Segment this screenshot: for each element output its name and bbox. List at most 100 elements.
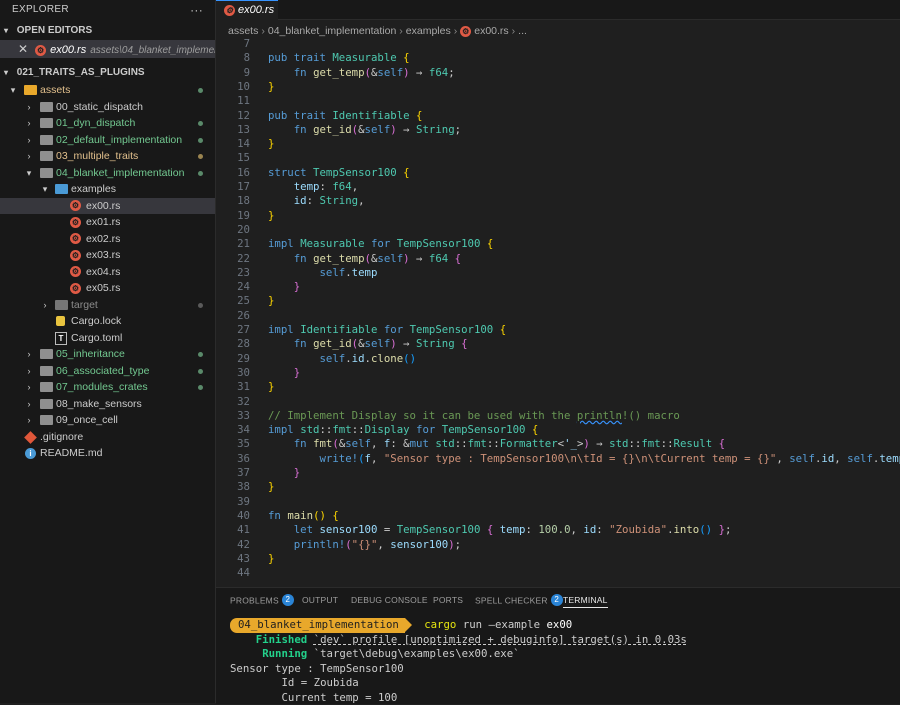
- tab-debug-console[interactable]: DEBUG CONSOLE: [351, 595, 428, 605]
- status-dot: [198, 352, 203, 357]
- terminal-command: cargo: [424, 618, 456, 631]
- tree-item-file[interactable]: Cargo.lock: [0, 313, 215, 330]
- code-area[interactable]: 7891011121314151617181920212223242526272…: [216, 37, 900, 586]
- folder-icon: [40, 382, 53, 392]
- tree-item-folder[interactable]: ▾ examples: [0, 181, 215, 198]
- folder-icon: [40, 102, 53, 112]
- rust-file-icon: ⚙: [70, 233, 81, 244]
- more-actions-icon[interactable]: ···: [190, 0, 203, 20]
- tab-problems[interactable]: PROBLEMS2: [230, 595, 294, 607]
- chevron-right-icon: ›: [24, 363, 34, 380]
- tree-item-folder[interactable]: › 02_default_implementation: [0, 132, 215, 149]
- folder-icon: [40, 366, 53, 376]
- terminal-arg-target: ex00: [546, 618, 572, 631]
- tree-item-label: 09_once_cell: [56, 412, 118, 429]
- code-editor: ⚙ ex00.rs assets › 04_blanket_implementati…: [216, 0, 900, 586]
- tree-item-file[interactable]: i README.md: [0, 445, 215, 462]
- tree-item-file[interactable]: T Cargo.toml: [0, 330, 215, 347]
- chevron-right-icon: ›: [454, 25, 458, 37]
- close-icon[interactable]: ✕: [18, 42, 28, 56]
- tree-item-label: 05_inheritance: [56, 346, 125, 363]
- tree-item-folder[interactable]: › 05_inheritance: [0, 346, 215, 363]
- chevron-down-icon: ▾: [8, 82, 18, 99]
- line-number: 8: [216, 51, 250, 65]
- chevron-right-icon: ›: [24, 379, 34, 396]
- line-number: 18: [216, 194, 250, 208]
- open-editors-header[interactable]: ▾ OPEN EDITORS: [0, 22, 215, 40]
- line-number: 21: [216, 237, 250, 251]
- breadcrumb-item[interactable]: 04_blanket_implementation: [268, 25, 396, 37]
- rust-file-icon: ⚙: [460, 26, 471, 37]
- tree-item-file[interactable]: ⚙ ex00.rs: [0, 198, 215, 215]
- tab-ex00[interactable]: ⚙ ex00.rs: [216, 0, 278, 20]
- tree-item-label: ex03.rs: [86, 247, 120, 264]
- tab-terminal[interactable]: TERMINAL: [563, 595, 608, 608]
- code-line: }: [268, 80, 274, 94]
- problems-badge: 2: [282, 594, 294, 606]
- tree-item-file[interactable]: ⚙ ex03.rs: [0, 247, 215, 264]
- tree-item-folder[interactable]: ▾ 04_blanket_implementation: [0, 165, 215, 182]
- open-editor-name: ex00.rs: [50, 44, 86, 56]
- breadcrumb-item[interactable]: ...: [518, 25, 527, 37]
- tab-label: TERMINAL: [563, 595, 608, 605]
- tree-item-label: .gitignore: [40, 429, 83, 446]
- tree-item-folder[interactable]: › 09_once_cell: [0, 412, 215, 429]
- code-line: fn get_temp(&self) → f64;: [268, 66, 455, 80]
- tree-item-file[interactable]: ⚙ ex01.rs: [0, 214, 215, 231]
- chevron-right-icon: ›: [24, 396, 34, 413]
- tree-item-folder[interactable]: › 07_modules_crates: [0, 379, 215, 396]
- code-line: struct TempSensor100 {: [268, 166, 410, 180]
- tree-item-folder[interactable]: › 00_static_dispatch: [0, 99, 215, 116]
- code-line: id: String,: [268, 194, 365, 208]
- terminal-line: Running `target\debug\examples\ex00.exe`: [230, 647, 520, 662]
- tree-item-folder[interactable]: › 01_dyn_dispatch: [0, 115, 215, 132]
- line-number: 13: [216, 123, 250, 137]
- chevron-down-icon: ▾: [24, 165, 34, 182]
- tree-item-file[interactable]: ⚙ ex04.rs: [0, 264, 215, 281]
- tab-spell-checker[interactable]: SPELL CHECKER2: [475, 595, 563, 607]
- tree-item-folder[interactable]: › 06_associated_type: [0, 363, 215, 380]
- tree-item-file[interactable]: ⚙ ex05.rs: [0, 280, 215, 297]
- chevron-right-icon: ›: [512, 25, 516, 37]
- folder-icon: [40, 118, 53, 128]
- line-number: 10: [216, 80, 250, 94]
- chevron-right-icon: ›: [24, 99, 34, 116]
- tree-item-file[interactable]: ⚙ ex02.rs: [0, 231, 215, 248]
- code-line: self.id.clone(): [268, 352, 416, 366]
- tree-item-label: ex01.rs: [86, 214, 120, 231]
- line-number: 34: [216, 423, 250, 437]
- tab-output[interactable]: OUTPUT: [302, 595, 338, 605]
- open-editor-item[interactable]: ✕ ⚙ex00.rsassets\04_blanket_implementati…: [0, 40, 215, 58]
- code-line: write!(f, "Sensor type : TempSensor100\n…: [268, 452, 900, 466]
- folder-icon: [55, 300, 68, 310]
- line-number: 30: [216, 366, 250, 380]
- tree-item-label: 06_associated_type: [56, 363, 149, 380]
- code-line: }: [268, 480, 274, 494]
- terminal-line: Finished `dev` profile [unoptimized + de…: [230, 633, 687, 648]
- line-number: 44: [216, 566, 250, 580]
- tree-item-folder[interactable]: › target: [0, 297, 215, 314]
- tree-item-file[interactable]: .gitignore: [0, 429, 215, 446]
- tab-label: ex00.rs: [238, 1, 274, 19]
- terminal-output-line: Sensor type : TempSensor100: [230, 662, 404, 677]
- breadcrumb-item[interactable]: examples: [406, 25, 451, 37]
- tree-item-assets[interactable]: ▾ assets: [0, 82, 215, 99]
- explorer-title: EXPLORER ···: [0, 0, 215, 20]
- workspace-header[interactable]: ▾ 021_TRAITS_AS_PLUGINS: [0, 64, 215, 82]
- line-number: 39: [216, 495, 250, 509]
- file-tree: ▾ assets › 00_static_dispatch › 01_dyn_d…: [0, 82, 215, 462]
- chevron-down-icon: ▾: [4, 64, 14, 82]
- folder-open-icon: [40, 168, 53, 178]
- tab-ports[interactable]: PORTS: [433, 595, 463, 605]
- breadcrumb-item[interactable]: assets: [228, 25, 258, 37]
- terminal-output-line: Id = Zoubida: [230, 676, 359, 691]
- tree-item-folder[interactable]: › 08_make_sensors: [0, 396, 215, 413]
- line-number: 40: [216, 509, 250, 523]
- line-number: 14: [216, 137, 250, 151]
- code-line: temp: f64,: [268, 180, 358, 194]
- tree-item-folder[interactable]: › 03_multiple_traits: [0, 148, 215, 165]
- editor-tab-bar: ⚙ ex00.rs: [216, 0, 900, 20]
- breadcrumb-item[interactable]: ex00.rs: [474, 25, 508, 37]
- line-number: 42: [216, 538, 250, 552]
- chevron-right-icon: ›: [24, 132, 34, 149]
